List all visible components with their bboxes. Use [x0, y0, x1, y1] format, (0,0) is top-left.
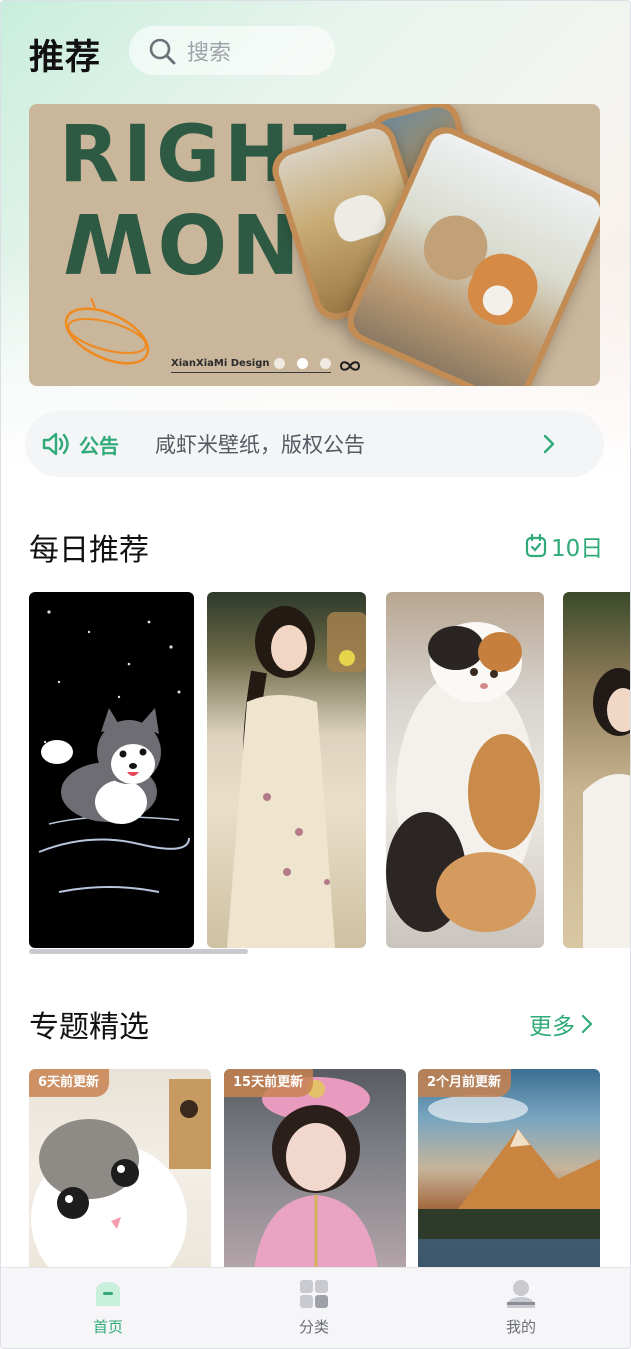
topic-update-badge: 15天前更新 — [224, 1069, 314, 1097]
page-title: 推荐 — [29, 38, 102, 78]
topics-more-label: 更多 — [529, 1014, 575, 1040]
daily-card-woman-white[interactable] — [563, 592, 630, 948]
category-icon — [300, 1280, 328, 1308]
bottom-tab-bar: 首页 分类 我的 — [1, 1267, 630, 1348]
topic-update-badge: 6天前更新 — [29, 1069, 110, 1097]
notice-message[interactable]: 咸虾米壁纸，版权公告 — [155, 429, 365, 459]
chevron-right-icon[interactable] — [542, 433, 556, 455]
carousel-indicators — [274, 358, 331, 369]
banner-carousel[interactable]: RIGHT NOW XianXiaMi Design — [29, 104, 600, 386]
topics-section-title: 专题精选 — [29, 1010, 149, 1045]
topic-pink-uniform-image — [254, 1077, 378, 1269]
topic-card-cat[interactable]: 6天前更新 — [29, 1069, 211, 1269]
topics-more-link[interactable]: 更多 — [529, 1007, 595, 1041]
tab-category[interactable]: 分类 — [254, 1278, 374, 1337]
tab-profile[interactable]: 我的 — [461, 1278, 581, 1337]
topic-card-mountain[interactable]: 2个月前更新 — [418, 1069, 600, 1269]
topic-mountain-image — [418, 1095, 600, 1269]
daily-section-title: 每日推荐 — [29, 533, 149, 568]
tab-profile-label: 我的 — [505, 1318, 536, 1336]
woman-lace-dress-image — [227, 606, 366, 948]
daily-scroll-list[interactable] — [29, 592, 630, 948]
notice-tag-label: 公告 — [79, 433, 119, 458]
search-icon — [149, 38, 176, 64]
daily-card-woman-lace-dress[interactable] — [207, 592, 366, 948]
infinity-icon — [339, 361, 361, 371]
daily-scrollbar[interactable] — [29, 949, 248, 954]
calendar-icon — [525, 534, 547, 558]
calico-cat-image — [386, 622, 540, 932]
carousel-dot[interactable] — [320, 358, 331, 369]
search-placeholder: 搜索 — [187, 40, 232, 66]
tab-home[interactable]: 首页 — [48, 1278, 168, 1337]
banner-brand: XianXiaMi Design — [171, 358, 270, 369]
topic-card-pink-uniform[interactable]: 15天前更新 — [224, 1069, 406, 1269]
daily-date-label: 10日 — [551, 536, 604, 562]
notice-tag: 公告 — [41, 430, 119, 459]
daily-card-calico-cat[interactable] — [386, 592, 544, 948]
app-frame: 推荐 搜索 RIGHT NOW XianXiaMi Design 公告 咸虾米壁… — [0, 0, 631, 1349]
daily-card-cartoon-dog[interactable] — [29, 592, 194, 948]
user-icon — [507, 1280, 535, 1308]
banner-headline-bottom: NOW — [59, 194, 300, 289]
topic-cat-image — [31, 1079, 211, 1269]
notice-bar[interactable]: 公告 咸虾米壁纸，版权公告 — [25, 411, 604, 477]
banner-brand-underline — [171, 372, 331, 373]
search-bar[interactable]: 搜索 — [129, 26, 335, 75]
woman-white-image — [583, 668, 630, 948]
topic-update-badge: 2个月前更新 — [418, 1069, 512, 1097]
cartoon-dog-image — [38, 610, 190, 893]
orange-swirl-icon — [64, 297, 150, 365]
chevron-right-icon — [581, 1014, 593, 1034]
speaker-icon — [42, 432, 69, 456]
tab-category-label: 分类 — [298, 1318, 329, 1336]
tab-home-label: 首页 — [92, 1318, 123, 1336]
home-icon — [96, 1282, 120, 1306]
daily-date[interactable]: 10日 — [525, 529, 603, 563]
carousel-dot-active[interactable] — [297, 358, 308, 369]
carousel-dot[interactable] — [274, 358, 285, 369]
